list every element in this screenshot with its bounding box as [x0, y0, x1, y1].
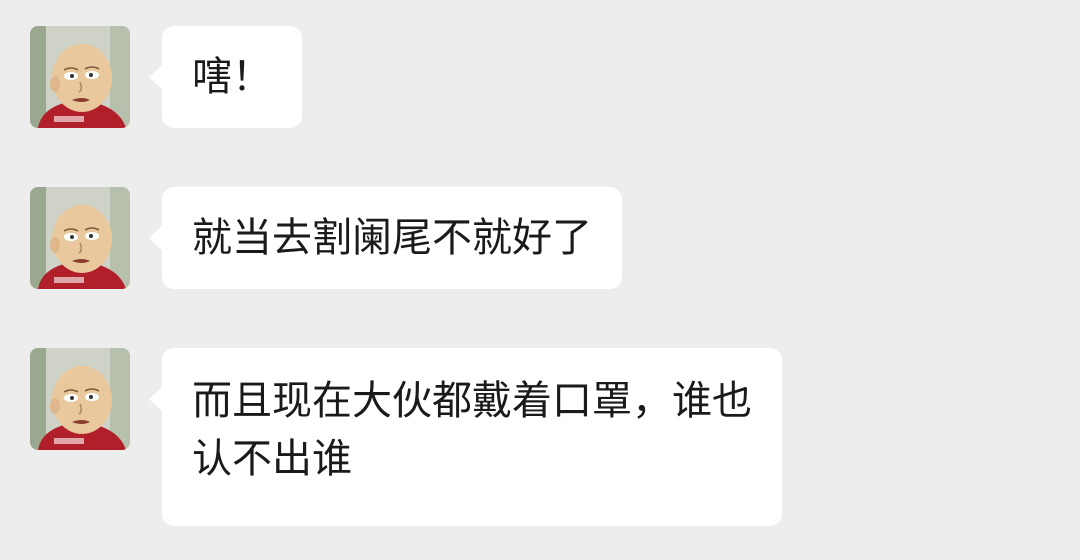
bald-cartoon-man-avatar-icon [30, 187, 130, 289]
bald-cartoon-man-avatar-icon [30, 348, 130, 450]
message-text: 嗐！ [192, 54, 272, 100]
message-bubble[interactable]: 而且现在大伙都戴着口罩，谁也 认不出谁 [149, 348, 782, 526]
bald-cartoon-man-avatar-icon [30, 26, 130, 128]
chat-window: 嗐！ 就当去割阑尾不就好了 而且现在大伙都戴着口罩，谁也 认不出谁 [0, 0, 1080, 560]
message-bubble[interactable]: 就当去割阑尾不就好了 [149, 187, 622, 289]
avatar[interactable] [30, 26, 130, 128]
message-bubble[interactable]: 嗐！ [149, 26, 302, 128]
avatar[interactable] [30, 348, 130, 450]
avatar[interactable] [30, 187, 130, 289]
message-text-line-1: 而且现在大伙都戴着口罩，谁也 [192, 378, 752, 424]
message-text-line-2: 认不出谁 [192, 436, 352, 482]
message-text: 就当去割阑尾不就好了 [192, 215, 592, 261]
